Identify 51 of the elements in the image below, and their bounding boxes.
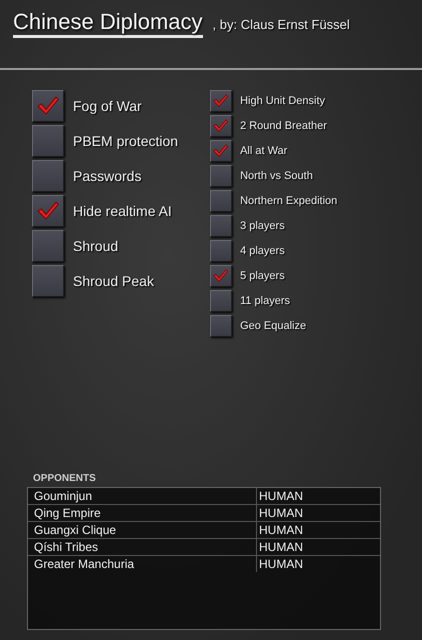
checkbox-label: Shroud <box>73 238 118 254</box>
map-title: Chinese Diplomacy <box>13 9 203 38</box>
checkbox-label: Passwords <box>73 168 142 184</box>
checkbox-label: 11 players <box>240 295 290 307</box>
checkbox-label: PBEM protection <box>73 133 178 149</box>
checkbox[interactable] <box>32 160 64 192</box>
checkbox-label: Fog of War <box>73 98 142 114</box>
checkbox-label: 3 players <box>240 220 285 232</box>
checkbox[interactable] <box>210 140 232 162</box>
checkbox-label: Geo Equalize <box>240 320 306 332</box>
checkbox[interactable] <box>210 240 232 262</box>
checkmark-icon <box>213 119 229 133</box>
checkbox[interactable] <box>32 195 64 227</box>
checkbox[interactable] <box>210 290 232 312</box>
checkmark-icon <box>36 201 60 221</box>
section-heading: OPPONENTS <box>32 473 97 484</box>
table-cell-text: Qíshi Tribes <box>33 539 100 555</box>
table-cell-text: Qing Empire <box>33 505 102 521</box>
checkbox[interactable] <box>210 265 232 287</box>
table-cell: HUMAN <box>256 539 380 555</box>
table-cell-text: Guangxi Clique <box>33 522 118 538</box>
checkbox[interactable] <box>210 90 232 112</box>
table-cell: HUMAN <box>256 522 380 538</box>
table-cell: HUMAN <box>256 488 380 504</box>
table-cell-text: Gouminjun <box>33 488 94 504</box>
author-credit: , by: Claus Ernst Füssel <box>212 17 350 32</box>
checkbox[interactable] <box>32 265 64 297</box>
checkbox[interactable] <box>210 190 232 212</box>
checkbox[interactable] <box>32 230 64 262</box>
checkmark-icon <box>36 96 60 116</box>
checkmark-icon <box>213 269 229 283</box>
table-cell: HUMAN <box>256 556 380 572</box>
table-cell-text: Greater Manchuria <box>33 556 136 572</box>
checkbox-label: High Unit Density <box>240 95 326 107</box>
checkbox[interactable] <box>210 215 232 237</box>
checkbox-label: All at War <box>240 145 288 157</box>
checkmark-icon <box>213 94 229 108</box>
checkbox-label: 2 Round Breather <box>240 120 327 132</box>
checkbox-label: Shroud Peak <box>73 273 154 289</box>
table-cell: HUMAN <box>256 505 380 521</box>
checkbox-label: 4 players <box>240 245 285 257</box>
checkbox[interactable] <box>32 125 64 157</box>
checkmark-icon <box>213 144 229 158</box>
checkbox[interactable] <box>32 90 64 122</box>
checkbox-label: North vs South <box>240 170 313 182</box>
checkbox[interactable] <box>210 115 232 137</box>
checkbox[interactable] <box>210 315 232 337</box>
checkbox-label: 5 players <box>240 270 285 282</box>
checkbox-label: Northern Expedition <box>240 195 338 207</box>
checkbox-label: Hide realtime AI <box>73 203 172 219</box>
checkbox[interactable] <box>210 165 232 187</box>
